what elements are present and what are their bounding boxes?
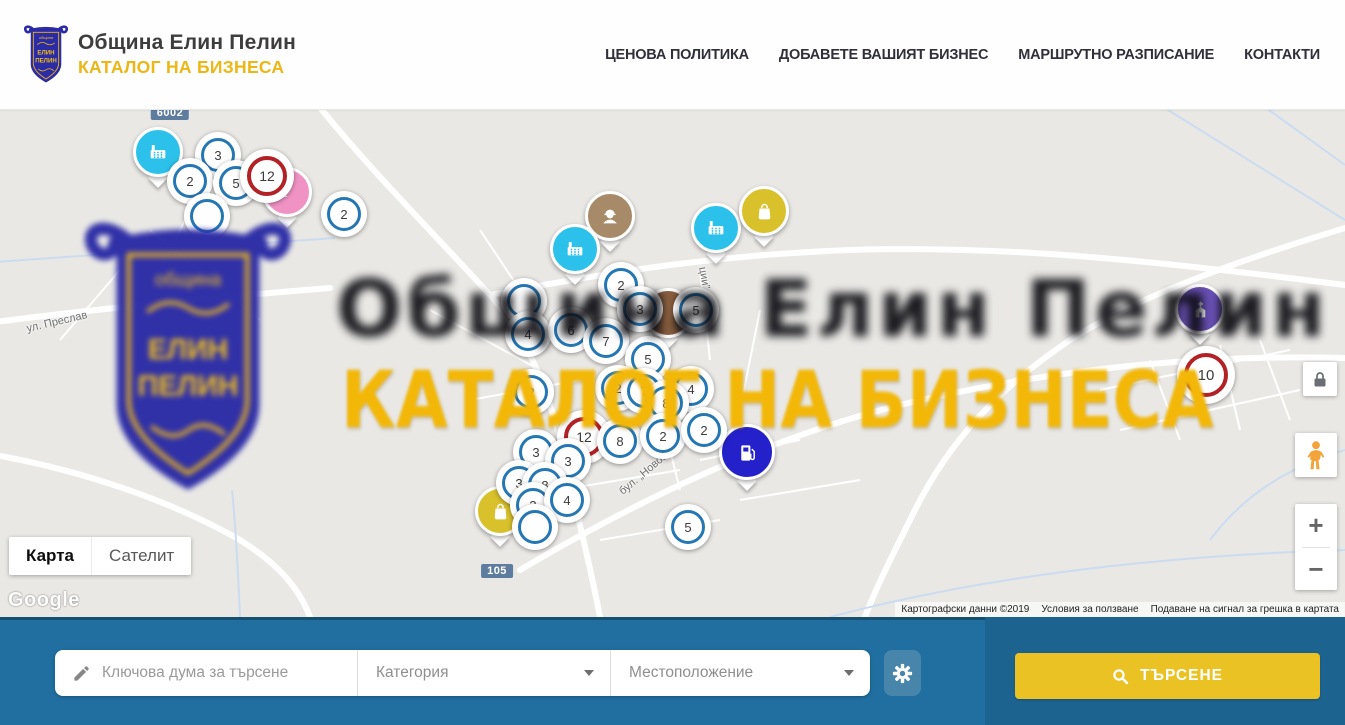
location-select[interactable]: Местоположение [610,650,870,696]
zoom-control: + − [1295,504,1337,590]
map-cluster-marker[interactable]: 5 [665,504,711,550]
search-bar: Категория Местоположение [0,617,1345,725]
search-button-label: ТЪРСЕНЕ [1140,667,1223,685]
lock-button[interactable] [1303,362,1337,396]
map-type-satellite-button[interactable]: Сателит [91,537,191,575]
category-select-label: Категория [376,664,448,682]
map-cluster-marker[interactable]: 2 [640,413,686,459]
keyword-input[interactable] [102,664,343,682]
map-cluster-marker[interactable] [512,504,558,550]
map-canvas[interactable]: 6002105ул. Преславбул. „Новоселции” 3251… [0,110,1345,617]
map-cluster-marker[interactable]: 5 [673,287,719,333]
nav-pricing-policy[interactable]: ЦЕНОВА ПОЛИТИКА [605,47,749,63]
brand-home-link[interactable]: община ЕЛИН ПЕЛИН Община Елин Пелин КАТА… [24,24,296,86]
nav-add-your-business[interactable]: ДОБАВЕТЕ ВАШИЯТ БИЗНЕС [779,47,988,63]
logo-name-line1: ЕЛИН [37,49,54,56]
map-cluster-marker[interactable]: 3 [617,286,663,332]
pegman-icon [1305,440,1327,471]
search-icon [1112,668,1129,685]
site-subtitle: КАТАЛОГ НА БИЗНЕСА [78,57,296,78]
chevron-down-icon [844,670,854,676]
lock-icon [1313,371,1327,388]
zoom-in-button[interactable]: + [1295,504,1337,547]
map-cluster-marker[interactable]: 2 [321,191,367,237]
map-pin-marker-church[interactable] [1175,284,1225,345]
nav-route-schedule[interactable]: МАРШРУТНО РАЗПИСАНИЕ [1018,47,1214,63]
attribution-report-error-link[interactable]: Подаване на сигнал за грешка в картата [1151,604,1339,615]
google-logo[interactable]: Google [8,589,80,612]
map-cluster-marker[interactable]: 7 [583,318,629,364]
map-pin-marker-bag[interactable] [739,186,789,247]
keyword-field [55,650,357,696]
page: община ЕЛИН ПЕЛИН Община Елин Пелин КАТА… [0,0,1345,725]
attribution-terms-link[interactable]: Условия за ползване [1041,604,1138,615]
logo-small-text: община [39,34,54,39]
map-type-map-button[interactable]: Карта [9,537,91,575]
map-cluster-marker[interactable]: 4 [505,311,551,357]
map-cluster-marker[interactable] [184,193,230,239]
map-pin-marker-fuel[interactable] [719,424,775,491]
map-type-control: Карта Сателит [9,537,191,575]
municipality-logo: община ЕЛИН ПЕЛИН [24,24,68,86]
map-cluster-marker[interactable]: 10 [1177,346,1235,404]
main-nav: ЦЕНОВА ПОЛИТИКА ДОБАВЕТЕ ВАШИЯТ БИЗНЕС М… [605,47,1320,63]
logo-name-line2: ПЕЛИН [35,57,57,64]
map-attribution: Картографски данни ©2019 Условия за полз… [895,602,1345,617]
gear-icon [892,663,913,684]
map-cluster-marker[interactable]: 2 [681,407,727,453]
map-cluster-marker[interactable]: 8 [597,418,643,464]
search-form: Категория Местоположение [55,650,870,696]
category-select[interactable]: Категория [357,650,610,696]
map-cluster-marker[interactable]: 2 [508,369,554,415]
header: община ЕЛИН ПЕЛИН Община Елин Пелин КАТА… [0,0,1345,110]
search-button[interactable]: ТЪРСЕНЕ [1015,653,1320,699]
zoom-out-button[interactable]: − [1295,548,1337,591]
site-title: Община Елин Пелин [78,31,296,55]
map-pin-marker-factory[interactable] [550,224,600,285]
map-pin-marker-factory[interactable] [691,203,741,264]
brand-text: Община Елин Пелин КАТАЛОГ НА БИЗНЕСА [78,31,296,78]
pencil-icon [72,664,91,683]
attribution-copyright: Картографски данни ©2019 [901,604,1029,615]
advanced-search-button[interactable] [884,650,921,696]
chevron-down-icon [584,670,594,676]
map-cluster-marker[interactable]: 12 [240,149,294,203]
location-select-label: Местоположение [629,664,753,682]
street-view-pegman[interactable] [1295,433,1337,477]
nav-contacts[interactable]: КОНТАКТИ [1244,47,1320,63]
